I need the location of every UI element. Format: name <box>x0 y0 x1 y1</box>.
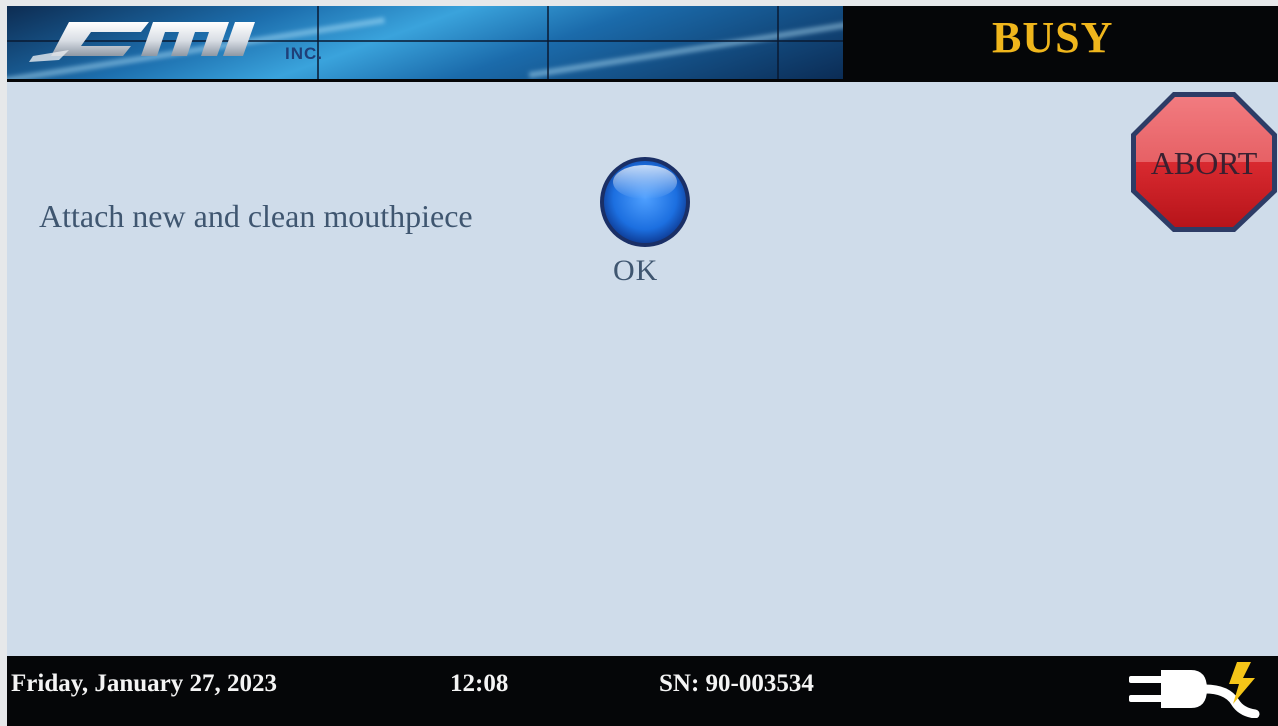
status-indicator: BUSY <box>992 13 1114 62</box>
power-plug-icon <box>1129 662 1260 718</box>
ok-button[interactable] <box>597 156 693 248</box>
brand-banner: INC. <box>7 6 843 79</box>
abort-label: ABORT <box>1151 145 1258 181</box>
serial-number: SN: 90-003534 <box>659 670 814 697</box>
instruction-text: Attach new and clean mouthpiece <box>39 198 473 234</box>
abort-button[interactable]: ABORT <box>1127 88 1278 236</box>
header-bar: INC. BUSY <box>7 6 1278 82</box>
logo-suffix: INC. <box>285 44 323 63</box>
ok-label: OK <box>613 254 659 287</box>
date-display: Friday, January 27, 2023 <box>11 670 277 697</box>
device-screen: INC. BUSY Attach new and clean mouthpiec… <box>7 6 1278 726</box>
time-display: 12:08 <box>450 670 509 697</box>
footer-bar: Friday, January 27, 2023 12:08 SN: 90-00… <box>7 656 1278 726</box>
company-logo <box>29 22 255 62</box>
